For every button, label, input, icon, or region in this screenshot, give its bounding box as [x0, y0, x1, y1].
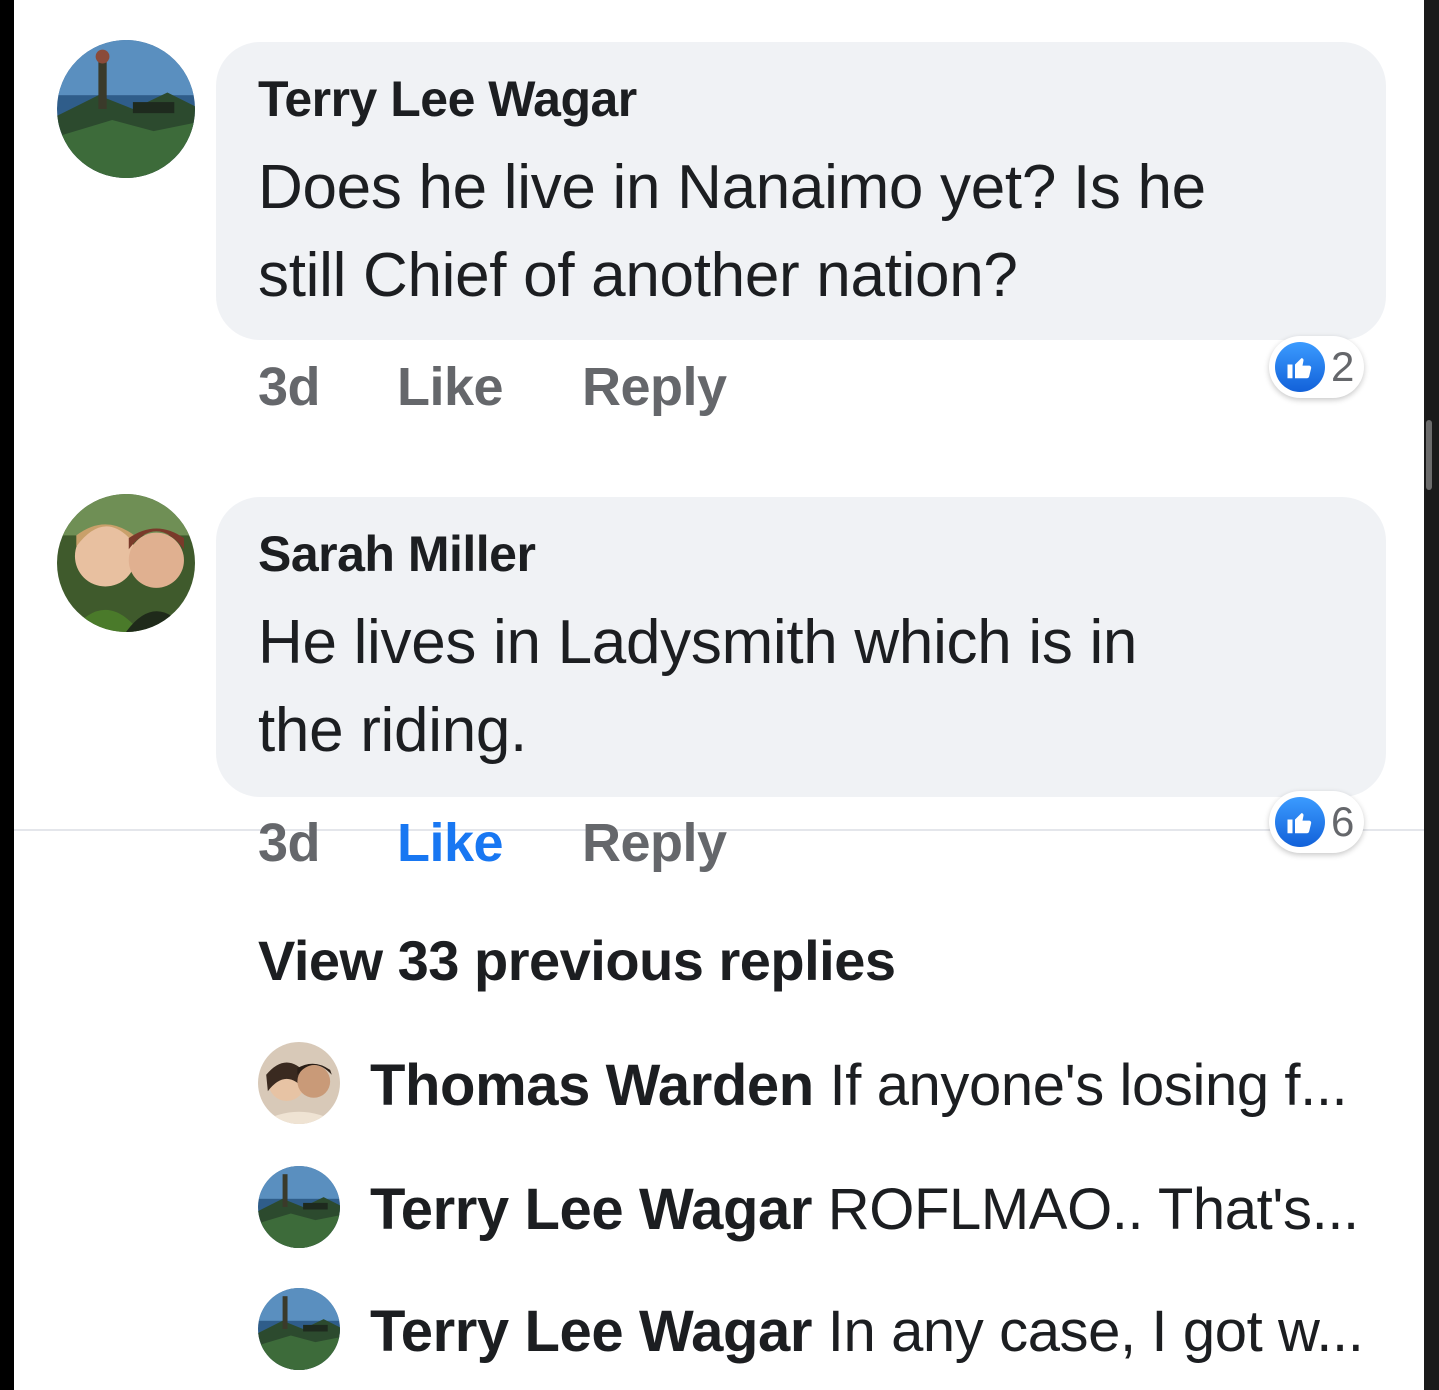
comment-author[interactable]: Sarah Miller	[258, 525, 536, 583]
reply-author[interactable]: Terry Lee Wagar	[370, 1177, 812, 1242]
comment-timestamp[interactable]: 3d	[258, 356, 321, 418]
reaction-count: 2	[1331, 343, 1355, 390]
comment-author[interactable]: Terry Lee Wagar	[258, 70, 637, 128]
reply-snippet: ROFLMAO.. That's...	[827, 1177, 1359, 1242]
comment-text-line: He lives in Ladysmith which is in	[258, 608, 1138, 677]
like-button[interactable]: Like	[397, 356, 504, 418]
avatar-terry[interactable]	[258, 1166, 340, 1248]
reply-button[interactable]: Reply	[582, 812, 727, 874]
thumbs-up-icon	[1275, 342, 1325, 392]
reply-author[interactable]: Terry Lee Wagar	[370, 1299, 812, 1364]
reply-snippet: In any case, I got w...	[827, 1299, 1364, 1364]
like-button[interactable]: Like	[397, 812, 504, 874]
comment-text-line: still Chief of another nation?	[258, 241, 1018, 310]
avatar-terry[interactable]	[258, 1288, 340, 1370]
avatar-thomas[interactable]	[258, 1042, 340, 1124]
device-edge	[1424, 0, 1439, 1390]
comment-text-line: the riding.	[258, 696, 527, 765]
thumbs-up-icon	[1275, 797, 1325, 847]
view-previous-replies-link[interactable]: View 33 previous replies	[258, 928, 896, 993]
reply-button[interactable]: Reply	[582, 356, 727, 418]
reaction-badge[interactable]: 2	[1269, 336, 1365, 398]
reaction-badge[interactable]: 6	[1269, 791, 1365, 853]
reply-preview[interactable]: Terry Lee Wagar In any case, I got w...	[370, 1298, 1364, 1365]
reply-snippet: If anyone's losing f...	[829, 1053, 1348, 1118]
comment-thread: Terry Lee Wagar Does he live in Nanaimo …	[14, 0, 1424, 1390]
avatar-sarah[interactable]	[57, 494, 195, 632]
reaction-count: 6	[1331, 798, 1355, 845]
comment-timestamp[interactable]: 3d	[258, 812, 321, 874]
reply-preview[interactable]: Thomas Warden If anyone's losing f...	[370, 1052, 1348, 1119]
reply-preview[interactable]: Terry Lee Wagar ROFLMAO.. That's...	[370, 1176, 1359, 1243]
reply-author[interactable]: Thomas Warden	[370, 1053, 814, 1118]
comment-text-line: Does he live in Nanaimo yet? Is he	[258, 153, 1206, 222]
scroll-indicator[interactable]	[1426, 420, 1432, 490]
avatar-terry[interactable]	[57, 40, 195, 178]
